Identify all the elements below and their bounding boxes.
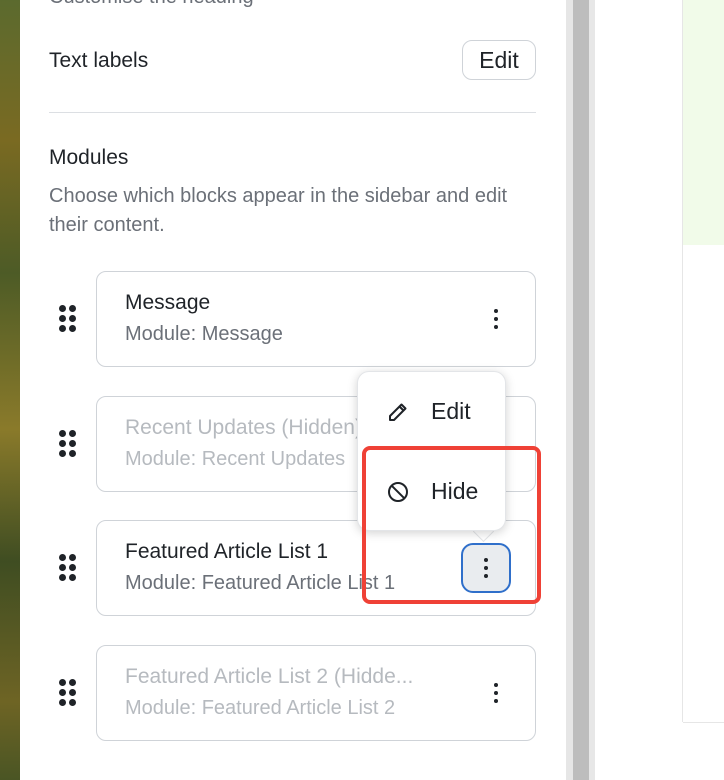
module-type: Module: Featured Article List 2 (125, 697, 396, 719)
section-divider (49, 112, 536, 113)
more-options-icon[interactable] (482, 678, 510, 708)
background-image-strip (0, 0, 20, 780)
drag-handle-icon[interactable] (59, 679, 77, 707)
module-title: Recent Updates (Hidden) (125, 416, 362, 439)
cut-off-description: Customise the heading (49, 0, 254, 9)
module-title: Featured Article List 1 (125, 540, 329, 563)
preview-green-block (683, 0, 724, 245)
drag-handle-icon[interactable] (59, 554, 77, 582)
module-type: Module: Message (125, 323, 283, 345)
preview-bottom-border (683, 722, 724, 723)
module-title: Featured Article List 2 (Hidde... (125, 665, 414, 688)
module-title: Message (125, 291, 211, 314)
modules-heading: Modules (49, 146, 129, 169)
module-card[interactable]: Message Module: Message (96, 271, 536, 367)
text-labels-edit-button[interactable]: Edit (462, 40, 536, 80)
preview-border (682, 0, 683, 722)
module-card[interactable]: Featured Article List 2 (Hidde... Module… (96, 645, 536, 741)
module-type: Module: Featured Article List 1 (125, 572, 396, 594)
vertical-scrollbar[interactable] (573, 0, 589, 780)
drag-handle-icon[interactable] (59, 305, 77, 333)
more-options-icon[interactable] (482, 304, 510, 334)
text-labels-label: Text labels (49, 49, 149, 72)
text-labels-row: Text labels Edit (49, 40, 536, 82)
menu-item-label: Edit (431, 398, 471, 424)
module-row-featured-article-list-2: Featured Article List 2 (Hidde... Module… (49, 645, 536, 741)
pencil-icon (386, 400, 410, 424)
module-type: Module: Recent Updates (125, 448, 346, 470)
modules-description: Choose which blocks appear in the sideba… (49, 185, 508, 236)
menu-item-edit[interactable]: Edit (358, 382, 507, 442)
annotation-highlight-box (362, 446, 541, 604)
drag-handle-icon[interactable] (59, 430, 77, 458)
module-row-message: Message Module: Message (49, 271, 536, 367)
